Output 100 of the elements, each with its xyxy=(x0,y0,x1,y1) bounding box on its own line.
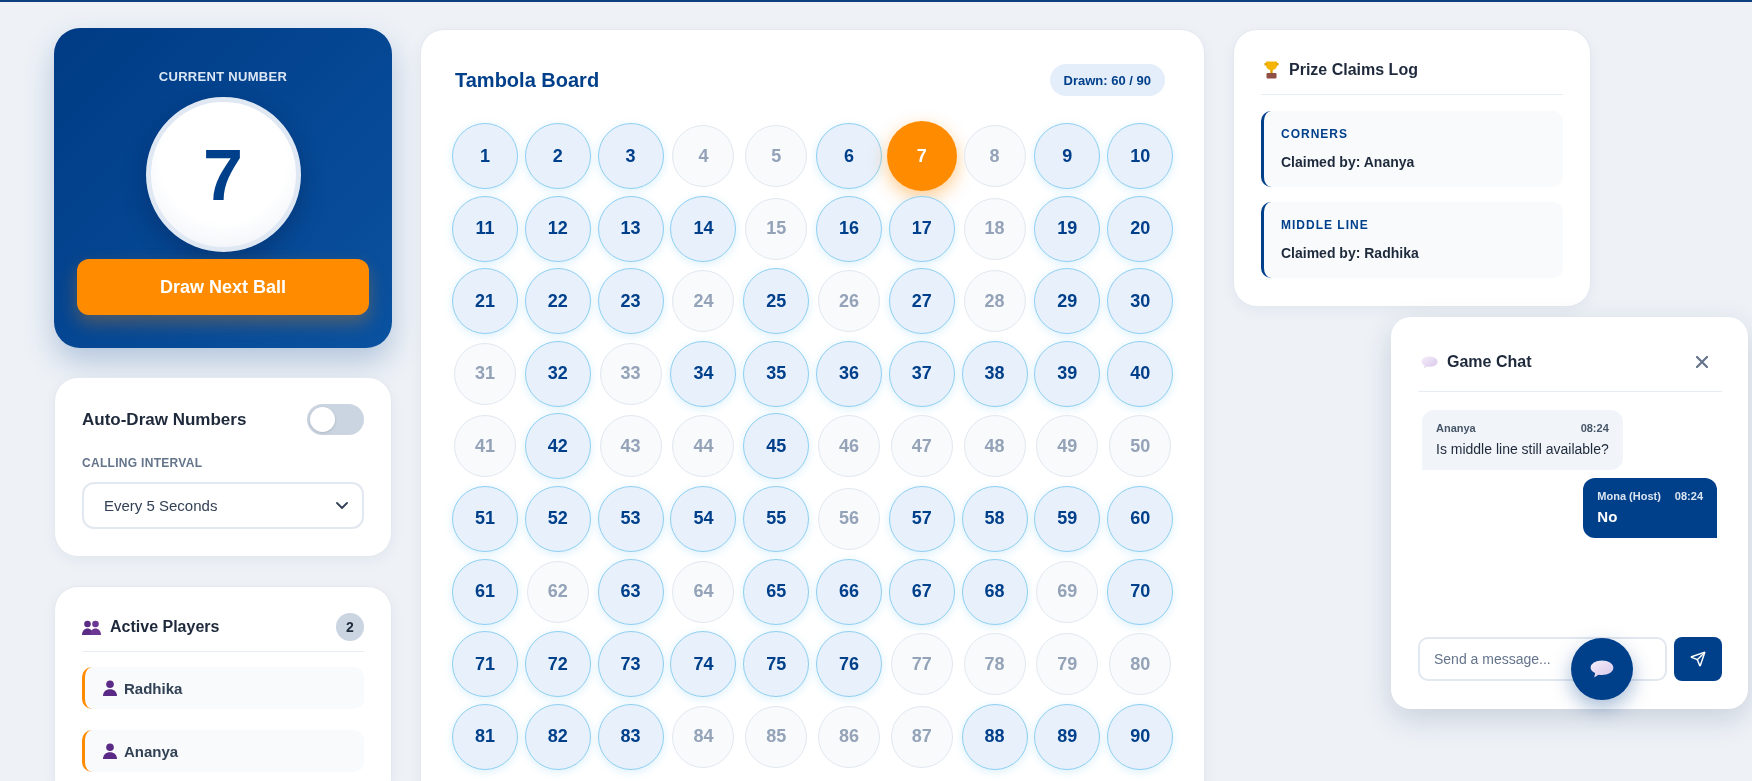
number-ball: 19 xyxy=(1034,195,1101,262)
number-ball: 57 xyxy=(888,485,955,552)
number-ball: 41 xyxy=(454,415,516,478)
number-ball: 78 xyxy=(963,633,1026,696)
number-ball: 7 xyxy=(886,121,957,191)
number-ball: 80 xyxy=(1109,633,1172,696)
number-ball: 20 xyxy=(1107,195,1174,262)
number-ball: 31 xyxy=(454,342,516,405)
drawn-count-badge: Drawn: 60 / 90 xyxy=(1049,64,1165,96)
current-number-label: CURRENT NUMBER xyxy=(158,69,288,85)
number-ball: 53 xyxy=(597,485,664,552)
number-ball: 45 xyxy=(743,413,810,480)
message-time: 08:24 xyxy=(1580,421,1609,435)
calling-interval-label: CALLING INTERVAL xyxy=(82,456,204,470)
message-text: Is middle line still available? xyxy=(1436,440,1609,458)
message-sender: Mona (Host) xyxy=(1597,489,1661,503)
message-time: 08:24 xyxy=(1674,489,1703,503)
close-button[interactable] xyxy=(1694,354,1710,370)
number-ball: 11 xyxy=(452,195,518,262)
number-ball: 9 xyxy=(1034,123,1101,189)
number-ball: 28 xyxy=(963,270,1026,333)
number-ball: 77 xyxy=(890,633,953,696)
number-ball: 67 xyxy=(888,558,955,625)
number-ball: 72 xyxy=(524,631,591,698)
number-ball: 74 xyxy=(670,631,737,698)
number-ball: 73 xyxy=(597,631,664,698)
chat-title: Game Chat xyxy=(1447,353,1532,371)
number-ball: 4 xyxy=(672,125,735,187)
number-ball: 36 xyxy=(816,340,882,407)
number-ball: 10 xyxy=(1107,123,1174,189)
number-ball: 88 xyxy=(961,703,1028,770)
number-ball: 43 xyxy=(599,415,662,478)
speech-bubble-icon xyxy=(1590,660,1614,678)
number-ball: 87 xyxy=(890,705,953,768)
number-ball: 75 xyxy=(743,631,810,698)
auto-draw-toggle[interactable] xyxy=(307,404,364,435)
claimant-text: Claimed by: Ananya xyxy=(1281,153,1416,171)
number-ball: 14 xyxy=(670,195,737,262)
number-ball: 5 xyxy=(745,125,808,187)
number-ball: 62 xyxy=(526,560,589,623)
player-name: Radhika xyxy=(124,679,183,697)
number-ball: 25 xyxy=(743,268,810,335)
number-ball: 82 xyxy=(524,703,591,770)
number-ball: 63 xyxy=(597,558,664,625)
number-ball: 64 xyxy=(672,560,735,623)
number-ball: 24 xyxy=(672,270,735,333)
number-ball: 18 xyxy=(963,197,1026,260)
current-number-ball: 7 xyxy=(145,97,301,252)
number-ball: 71 xyxy=(452,631,518,698)
number-ball: 16 xyxy=(816,195,882,262)
number-ball: 42 xyxy=(524,413,591,480)
number-ball: 12 xyxy=(524,195,591,262)
speech-bubble-icon xyxy=(1421,355,1438,369)
number-ball: 85 xyxy=(745,705,808,768)
number-ball: 84 xyxy=(672,705,735,768)
number-ball: 70 xyxy=(1107,558,1174,625)
interval-select[interactable]: Every 5 Seconds xyxy=(82,482,364,529)
number-ball: 54 xyxy=(670,485,737,552)
person-icon xyxy=(103,743,117,759)
people-icon xyxy=(82,619,101,635)
auto-draw-label: Auto-Draw Numbers xyxy=(82,409,247,430)
number-ball: 21 xyxy=(452,268,518,335)
chevron-down-icon xyxy=(336,502,348,509)
person-icon xyxy=(103,680,117,696)
number-ball: 15 xyxy=(745,197,808,260)
number-ball: 34 xyxy=(670,340,737,407)
player-name: Ananya xyxy=(124,742,179,760)
number-ball: 13 xyxy=(597,195,664,262)
player-count-badge: 2 xyxy=(336,613,364,641)
number-ball: 89 xyxy=(1034,703,1101,770)
number-ball: 37 xyxy=(888,340,955,407)
number-ball: 60 xyxy=(1107,485,1174,552)
send-button[interactable] xyxy=(1674,637,1722,681)
number-ball: 44 xyxy=(672,415,735,478)
trophy-icon xyxy=(1264,61,1279,79)
prize-name: MIDDLE LINE xyxy=(1281,218,1370,232)
number-ball: 40 xyxy=(1107,340,1174,407)
number-ball: 17 xyxy=(888,195,955,262)
number-ball: 83 xyxy=(597,703,664,770)
number-ball: 51 xyxy=(452,485,518,552)
number-ball: 49 xyxy=(1036,415,1099,478)
number-ball: 52 xyxy=(524,485,591,552)
number-ball: 65 xyxy=(743,558,810,625)
send-icon xyxy=(1690,651,1706,667)
number-ball: 26 xyxy=(818,270,880,333)
number-ball: 22 xyxy=(524,268,591,335)
number-ball: 76 xyxy=(816,631,882,698)
number-ball: 3 xyxy=(597,123,664,189)
message-text: No xyxy=(1597,508,1619,526)
number-ball: 38 xyxy=(961,340,1028,407)
number-ball: 8 xyxy=(963,125,1026,187)
players-title: Active Players xyxy=(110,618,220,636)
number-ball: 79 xyxy=(1036,633,1099,696)
number-ball: 68 xyxy=(961,558,1028,625)
number-ball: 55 xyxy=(743,485,810,552)
number-ball: 35 xyxy=(743,340,810,407)
close-icon xyxy=(1696,356,1708,368)
number-ball: 29 xyxy=(1034,268,1101,335)
number-ball: 58 xyxy=(961,485,1028,552)
number-ball: 23 xyxy=(597,268,664,335)
